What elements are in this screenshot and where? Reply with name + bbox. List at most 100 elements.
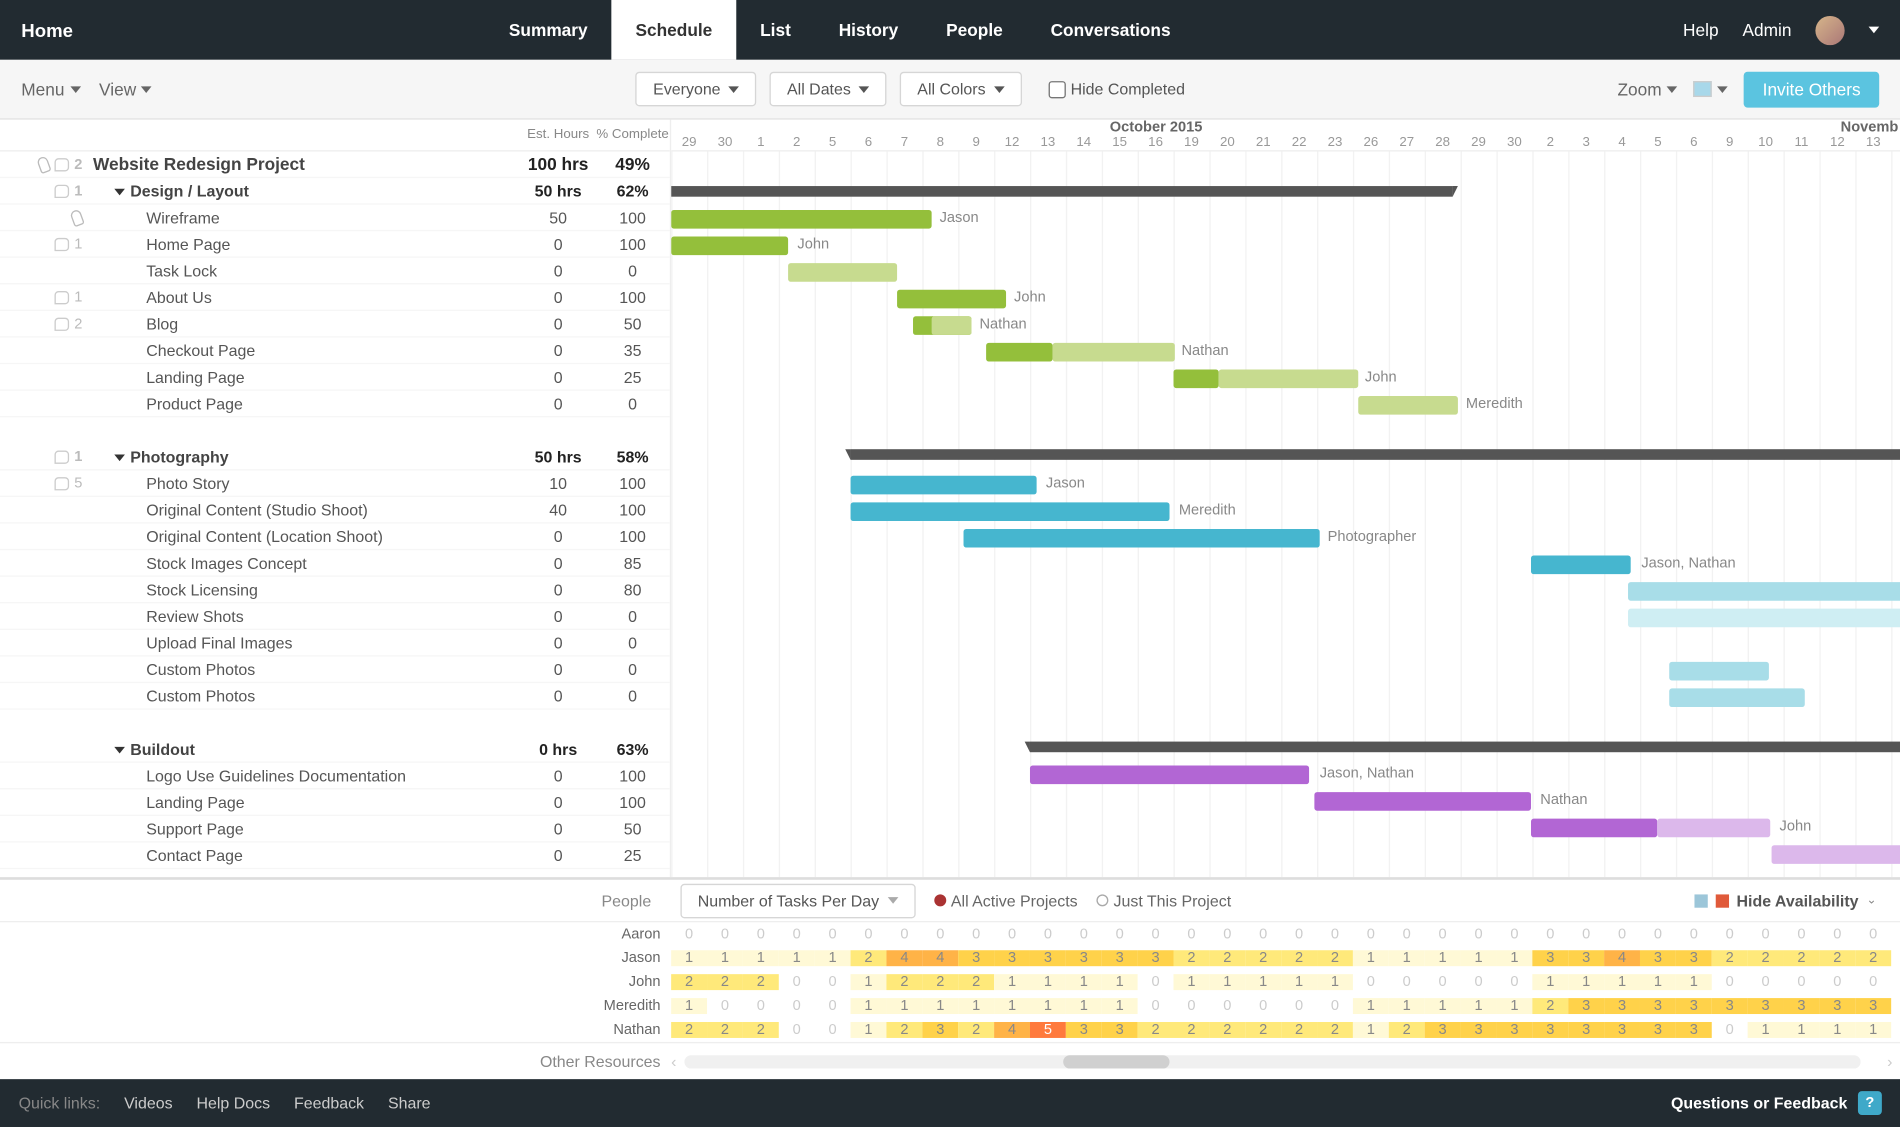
group-row[interactable]: 1Design / Layout50 hrs62%: [0, 178, 670, 205]
task-row[interactable]: Wireframe50100: [0, 205, 670, 232]
summary-bar[interactable]: [671, 186, 1452, 197]
gantt-bar[interactable]: [1628, 582, 1900, 601]
person-name: Jason: [0, 950, 671, 966]
task-row[interactable]: Task Lock00: [0, 258, 670, 285]
footer-link-videos[interactable]: Videos: [124, 1094, 172, 1113]
footer-link-feedback[interactable]: Feedback: [294, 1094, 364, 1113]
avatar[interactable]: [1815, 15, 1844, 44]
summary-bar[interactable]: [1030, 742, 1900, 753]
day-header: 20: [1209, 136, 1245, 151]
hide-completed-input[interactable]: [1048, 80, 1065, 97]
gantt-bar[interactable]: [851, 476, 1037, 495]
gantt-bar[interactable]: [671, 237, 788, 256]
gantt-bar[interactable]: [1174, 369, 1219, 388]
questions-feedback-link[interactable]: Questions or Feedback: [1671, 1094, 1847, 1113]
gantt-bar[interactable]: [1531, 819, 1657, 838]
gantt-bar[interactable]: [1669, 662, 1769, 681]
task-row[interactable]: Upload Final Images00: [0, 630, 670, 657]
invite-others-button[interactable]: Invite Others: [1744, 71, 1879, 107]
help-link[interactable]: Help: [1683, 20, 1719, 40]
summary-bar[interactable]: [851, 449, 1900, 460]
gantt-bar[interactable]: [1628, 609, 1900, 628]
group-row[interactable]: 1Photography50 hrs58%: [0, 444, 670, 471]
help-badge-icon[interactable]: ?: [1858, 1091, 1882, 1115]
task-row[interactable]: Contact Page025: [0, 843, 670, 870]
gantt-bar[interactable]: [851, 502, 1170, 521]
filter-colors[interactable]: All Colors: [900, 72, 1021, 107]
gantt-bar[interactable]: [932, 316, 972, 335]
user-menu-caret[interactable]: [1869, 27, 1880, 34]
color-swatch-dropdown[interactable]: [1694, 81, 1729, 97]
collapse-icon[interactable]: [114, 188, 125, 195]
tab-people[interactable]: People: [922, 0, 1026, 60]
task-row[interactable]: 1About Us0100: [0, 284, 670, 311]
tab-history[interactable]: History: [815, 0, 922, 60]
admin-link[interactable]: Admin: [1743, 20, 1792, 40]
tab-conversations[interactable]: Conversations: [1027, 0, 1195, 60]
tab-schedule[interactable]: Schedule: [612, 0, 737, 60]
gantt-bar[interactable]: [1053, 343, 1175, 362]
collapse-icon[interactable]: [114, 454, 125, 461]
workload-cell: 0: [1855, 926, 1891, 942]
task-row[interactable]: Stock Licensing080: [0, 577, 670, 604]
task-row[interactable]: Original Content (Location Shoot)0100: [0, 524, 670, 551]
task-row[interactable]: Product Page00: [0, 391, 670, 418]
task-row[interactable]: 1Home Page0100: [0, 231, 670, 258]
gantt-bar[interactable]: [1657, 819, 1770, 838]
filter-dates[interactable]: All Dates: [770, 72, 887, 107]
workload-cell: 1: [1676, 974, 1712, 990]
filter-everyone[interactable]: Everyone: [636, 72, 757, 107]
gantt-bar[interactable]: [1772, 845, 1900, 864]
task-row[interactable]: Custom Photos00: [0, 683, 670, 710]
gantt-bar[interactable]: [1358, 396, 1458, 415]
bar-assignee-label: Jason, Nathan: [1641, 556, 1735, 572]
gantt-bar[interactable]: [1669, 688, 1805, 707]
zoom-dropdown[interactable]: Zoom: [1617, 79, 1677, 99]
task-row[interactable]: Support Page050: [0, 816, 670, 843]
footer-link-help-docs[interactable]: Help Docs: [196, 1094, 270, 1113]
radio-all-projects[interactable]: All Active Projects: [934, 891, 1078, 910]
gantt-bar[interactable]: [788, 263, 897, 282]
workload-cell: 2: [1209, 1022, 1245, 1038]
hide-availability-toggle[interactable]: Hide Availability ⌄: [1694, 891, 1890, 910]
footer-link-share[interactable]: Share: [388, 1094, 431, 1113]
task-row[interactable]: Landing Page025: [0, 364, 670, 391]
task-row[interactable]: 2Blog050: [0, 311, 670, 338]
task-row[interactable]: Original Content (Studio Shoot)40100: [0, 497, 670, 524]
task-row[interactable]: Checkout Page035: [0, 338, 670, 365]
gantt-bar[interactable]: [1030, 766, 1309, 785]
workload-cell: 0: [1281, 998, 1317, 1014]
task-row[interactable]: Landing Page0100: [0, 789, 670, 816]
collapse-icon[interactable]: [114, 747, 125, 754]
workload-cell: 1: [779, 950, 815, 966]
people-panel: People Number of Tasks Per Day All Activ…: [0, 877, 1900, 1079]
workload-cell: 1: [851, 974, 887, 990]
gantt-bar[interactable]: [671, 210, 931, 229]
group-row[interactable]: Buildout0 hrs63%: [0, 736, 670, 763]
gantt-chart[interactable]: October 2015 Novemb 29301256789121314151…: [671, 120, 1900, 878]
tab-summary[interactable]: Summary: [485, 0, 612, 60]
gantt-bar[interactable]: [1219, 369, 1359, 388]
gantt-bar[interactable]: [897, 290, 1006, 309]
task-row[interactable]: Logo Use Guidelines Documentation0100: [0, 763, 670, 790]
home-link[interactable]: Home: [21, 19, 73, 40]
gantt-bar[interactable]: [1314, 792, 1531, 811]
workload-cell: 2: [1174, 950, 1210, 966]
view-dropdown[interactable]: View: [99, 79, 152, 99]
menu-dropdown[interactable]: Menu: [21, 79, 80, 99]
task-row[interactable]: Custom Photos00: [0, 657, 670, 684]
gantt-bar[interactable]: [986, 343, 1052, 362]
project-row[interactable]: 2Website Redesign Project100 hrs49%: [0, 152, 670, 179]
task-row[interactable]: Stock Images Concept085: [0, 550, 670, 577]
gantt-bar[interactable]: [964, 529, 1320, 548]
workload-cell: 3: [1066, 1022, 1102, 1038]
task-row[interactable]: 5Photo Story10100: [0, 470, 670, 497]
radio-this-project[interactable]: Just This Project: [1096, 891, 1231, 910]
tab-list[interactable]: List: [736, 0, 815, 60]
horizontal-scrollbar[interactable]: [684, 1055, 1860, 1068]
task-row[interactable]: Review Shots00: [0, 603, 670, 630]
people-label: People: [11, 891, 662, 910]
tasks-per-day-dropdown[interactable]: Number of Tasks Per Day: [680, 883, 915, 918]
gantt-bar[interactable]: [1531, 556, 1631, 575]
hide-completed-checkbox[interactable]: Hide Completed: [1048, 80, 1185, 99]
